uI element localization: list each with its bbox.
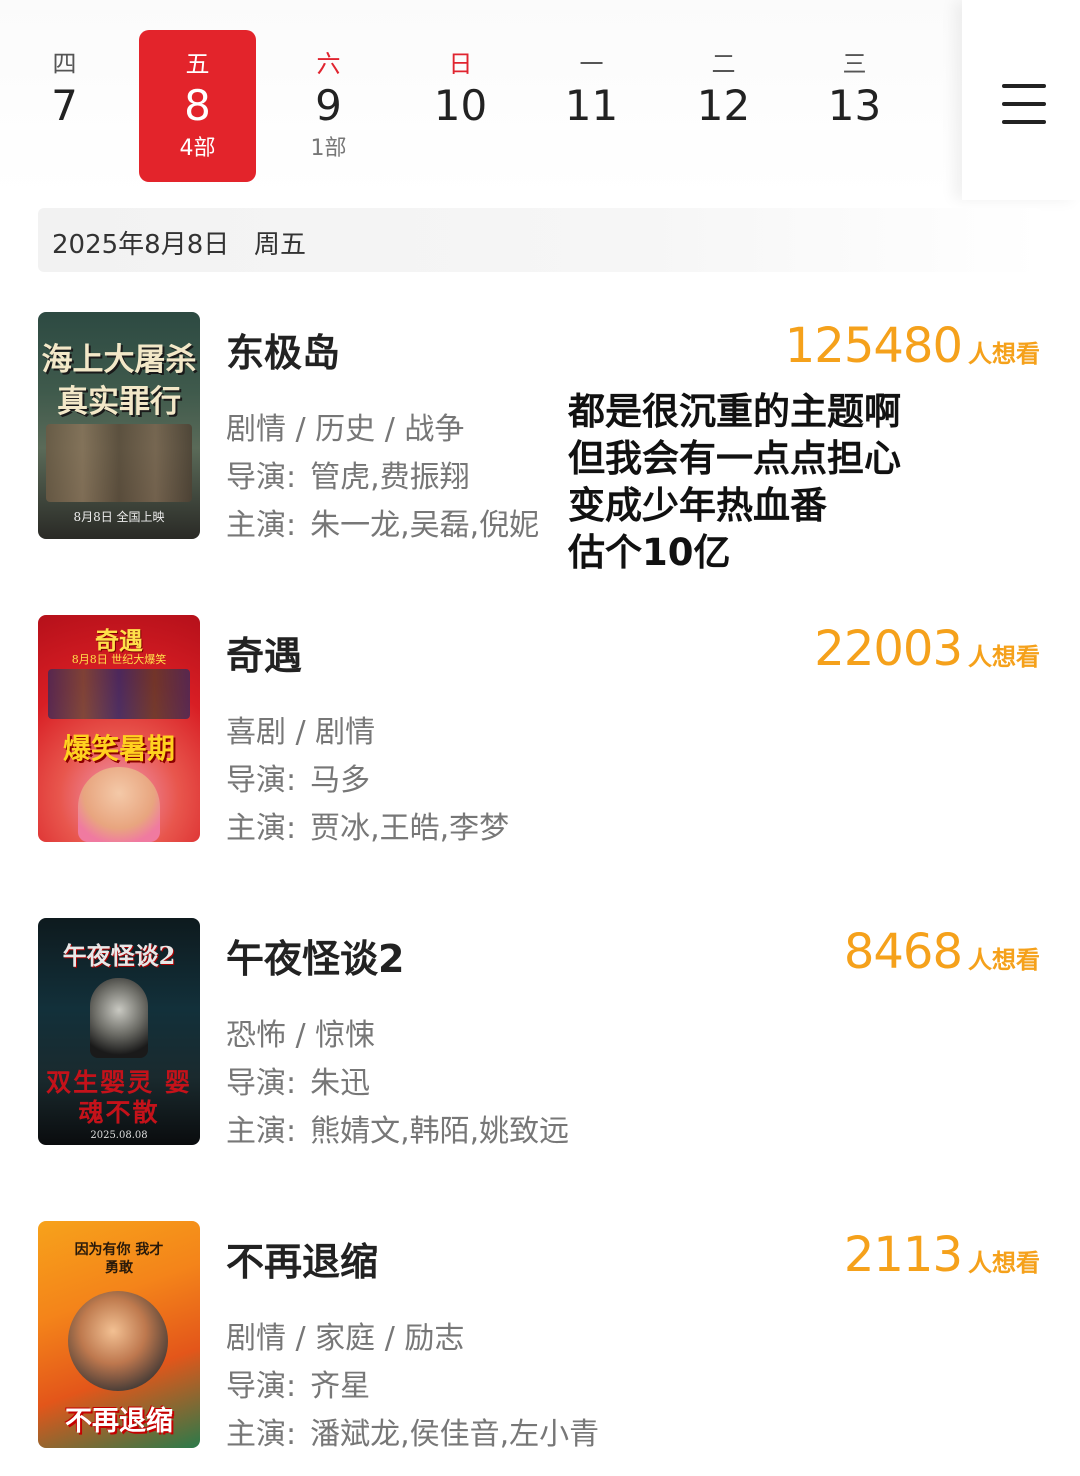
want-count: 8468 人想看 — [844, 924, 1040, 980]
want-unit: 人想看 — [968, 1249, 1040, 1277]
want-number: 8468 — [843, 924, 963, 980]
poster-figures-image — [46, 424, 192, 502]
want-count: 125480 人想看 — [785, 318, 1040, 374]
poster-tagline: 双生婴灵 婴魂不散 — [46, 1068, 192, 1127]
movie-director: 导演: 朱迅 — [226, 1058, 370, 1102]
comment-line: 估个10亿 — [568, 531, 731, 574]
movie-poster[interactable]: 奇遇 8月8日 世纪大爆笑 爆笑暑期 — [38, 615, 200, 842]
date-header-bar: 2025年8月8日 周五 — [38, 208, 1042, 272]
director-label: 导演: — [226, 1369, 297, 1404]
day-number: 13 — [827, 81, 882, 130]
movie-cast: 主演: 熊婧文,韩陌,姚致远 — [226, 1106, 569, 1150]
day-tab-12[interactable]: 二 12 — [665, 30, 782, 182]
want-unit: 人想看 — [968, 946, 1040, 974]
cast-label: 主演: — [226, 508, 297, 543]
poster-release: 8月8日 世纪大爆笑 — [71, 653, 167, 666]
overlay-comment: 都是很沉重的主题啊 但我会有一点点担心 变成少年热血番 估个10亿 — [568, 388, 948, 576]
movie-cast: 主演: 潘斌龙,侯佳音,左小青 — [226, 1409, 599, 1453]
comment-line: 但我会有一点点担心 — [568, 437, 901, 480]
day-tab-11[interactable]: 一 11 — [533, 30, 650, 182]
movie-director: 导演: 马多 — [226, 755, 370, 799]
poster-release: 8月8日 全国上映 — [73, 510, 165, 524]
movie-cast: 主演: 贾冰,王皓,李梦 — [226, 803, 509, 847]
director-label: 导演: — [226, 1066, 297, 1101]
cast-label: 主演: — [226, 1417, 297, 1452]
poster-tagline: 爆笑暑期 — [62, 732, 175, 765]
poster-tagline: 因为有你 我才勇敢 — [74, 1242, 164, 1276]
poster-release: 2025.08.08 — [90, 1130, 148, 1141]
day-tab-10[interactable]: 日 10 — [402, 30, 519, 182]
day-weekday: 五 — [185, 50, 210, 78]
director-names: 马多 — [310, 763, 371, 798]
poster-tagline: 真实罪行 — [57, 384, 181, 420]
movie-poster[interactable]: 因为有你 我才勇敢 不再退缩 — [38, 1221, 200, 1448]
movie-title[interactable]: 奇遇 — [226, 625, 302, 680]
poster-title: 海上大屠杀 — [41, 342, 197, 378]
date-header-text: 2025年8月8日 周五 — [52, 230, 307, 260]
day-weekday: 三 — [842, 50, 867, 78]
poster-crowd-image — [48, 669, 190, 719]
movie-title[interactable]: 东极岛 — [226, 322, 340, 377]
director-label: 导演: — [226, 763, 297, 798]
day-number: 9 — [315, 81, 342, 130]
want-count: 22003 人想看 — [814, 621, 1040, 677]
day-weekday: 四 — [52, 50, 77, 78]
director-names: 齐星 — [310, 1369, 371, 1404]
day-number: 7 — [51, 81, 78, 130]
movie-item[interactable]: 因为有你 我才勇敢 不再退缩 不再退缩 2113 人想看 剧情 / 家庭 / 励志… — [38, 1221, 1048, 1453]
movie-poster[interactable]: 午夜怪谈2 双生婴灵 婴魂不散 2025.08.08 — [38, 918, 200, 1145]
poster-ghost-image — [90, 978, 148, 1058]
movie-item[interactable]: 奇遇 8月8日 世纪大爆笑 爆笑暑期 奇遇 22003 人想看 喜剧 / 剧情 导… — [38, 615, 1048, 847]
day-number: 12 — [696, 81, 751, 130]
cast-label: 主演: — [226, 811, 297, 846]
movie-poster[interactable]: 海上大屠杀 真实罪行 8月8日 全国上映 — [38, 312, 200, 539]
poster-figures-image — [68, 1291, 168, 1391]
poster-title: 不再退缩 — [65, 1406, 173, 1437]
movie-genres: 剧情 / 历史 / 战争 — [226, 412, 465, 447]
day-weekday: 一 — [579, 50, 604, 78]
movie-genres: 剧情 / 家庭 / 励志 — [226, 1321, 465, 1356]
day-number: 10 — [433, 81, 488, 130]
movie-title[interactable]: 午夜怪谈2 — [226, 928, 404, 983]
date-selector: 四 7 五 8 4部 六 9 1部 日 10 一 11 二 12 三 13 — [0, 0, 962, 200]
director-label: 导演: — [226, 460, 297, 495]
poster-title: 午夜怪谈2 — [62, 941, 176, 970]
want-number: 22003 — [814, 621, 963, 677]
day-number: 11 — [564, 81, 619, 130]
day-tab-8[interactable]: 五 8 4部 — [139, 30, 256, 182]
menu-area — [962, 0, 1080, 200]
day-tab-13[interactable]: 三 13 — [796, 30, 913, 182]
movie-item[interactable]: 午夜怪谈2 双生婴灵 婴魂不散 2025.08.08 午夜怪谈2 8468 人想看… — [38, 918, 1048, 1150]
cast-names: 熊婧文,韩陌,姚致远 — [310, 1114, 570, 1149]
day-weekday: 六 — [316, 50, 341, 78]
movie-genres: 恐怖 / 惊悚 — [226, 1018, 376, 1053]
want-count: 2113 人想看 — [844, 1227, 1040, 1283]
want-number: 2113 — [843, 1227, 963, 1283]
cast-names: 朱一龙,吴磊,倪妮 — [310, 508, 540, 543]
want-unit: 人想看 — [968, 340, 1040, 368]
poster-face-image — [78, 767, 160, 842]
hamburger-menu-icon[interactable] — [1002, 84, 1046, 124]
comment-line: 都是很沉重的主题啊 — [568, 390, 901, 433]
comment-line: 变成少年热血番 — [568, 484, 827, 527]
want-number: 125480 — [784, 318, 963, 374]
cast-names: 贾冰,王皓,李梦 — [310, 811, 510, 846]
cast-label: 主演: — [226, 1114, 297, 1149]
day-weekday: 二 — [711, 50, 736, 78]
day-count: 4部 — [179, 136, 216, 161]
movie-cast: 主演: 朱一龙,吴磊,倪妮 — [226, 500, 539, 544]
want-unit: 人想看 — [968, 643, 1040, 671]
day-number: 8 — [184, 81, 211, 130]
movie-title[interactable]: 不再退缩 — [226, 1231, 378, 1286]
movie-genres: 喜剧 / 剧情 — [226, 715, 376, 750]
day-weekday: 日 — [448, 50, 473, 78]
day-tab-7[interactable]: 四 7 — [6, 30, 123, 182]
cast-names: 潘斌龙,侯佳音,左小青 — [310, 1417, 600, 1452]
movie-director: 导演: 管虎,费振翔 — [226, 452, 470, 496]
movie-director: 导演: 齐星 — [226, 1361, 370, 1405]
director-names: 管虎,费振翔 — [310, 460, 470, 495]
director-names: 朱迅 — [310, 1066, 371, 1101]
day-count: 1部 — [310, 136, 347, 161]
day-tab-9[interactable]: 六 9 1部 — [270, 30, 387, 182]
